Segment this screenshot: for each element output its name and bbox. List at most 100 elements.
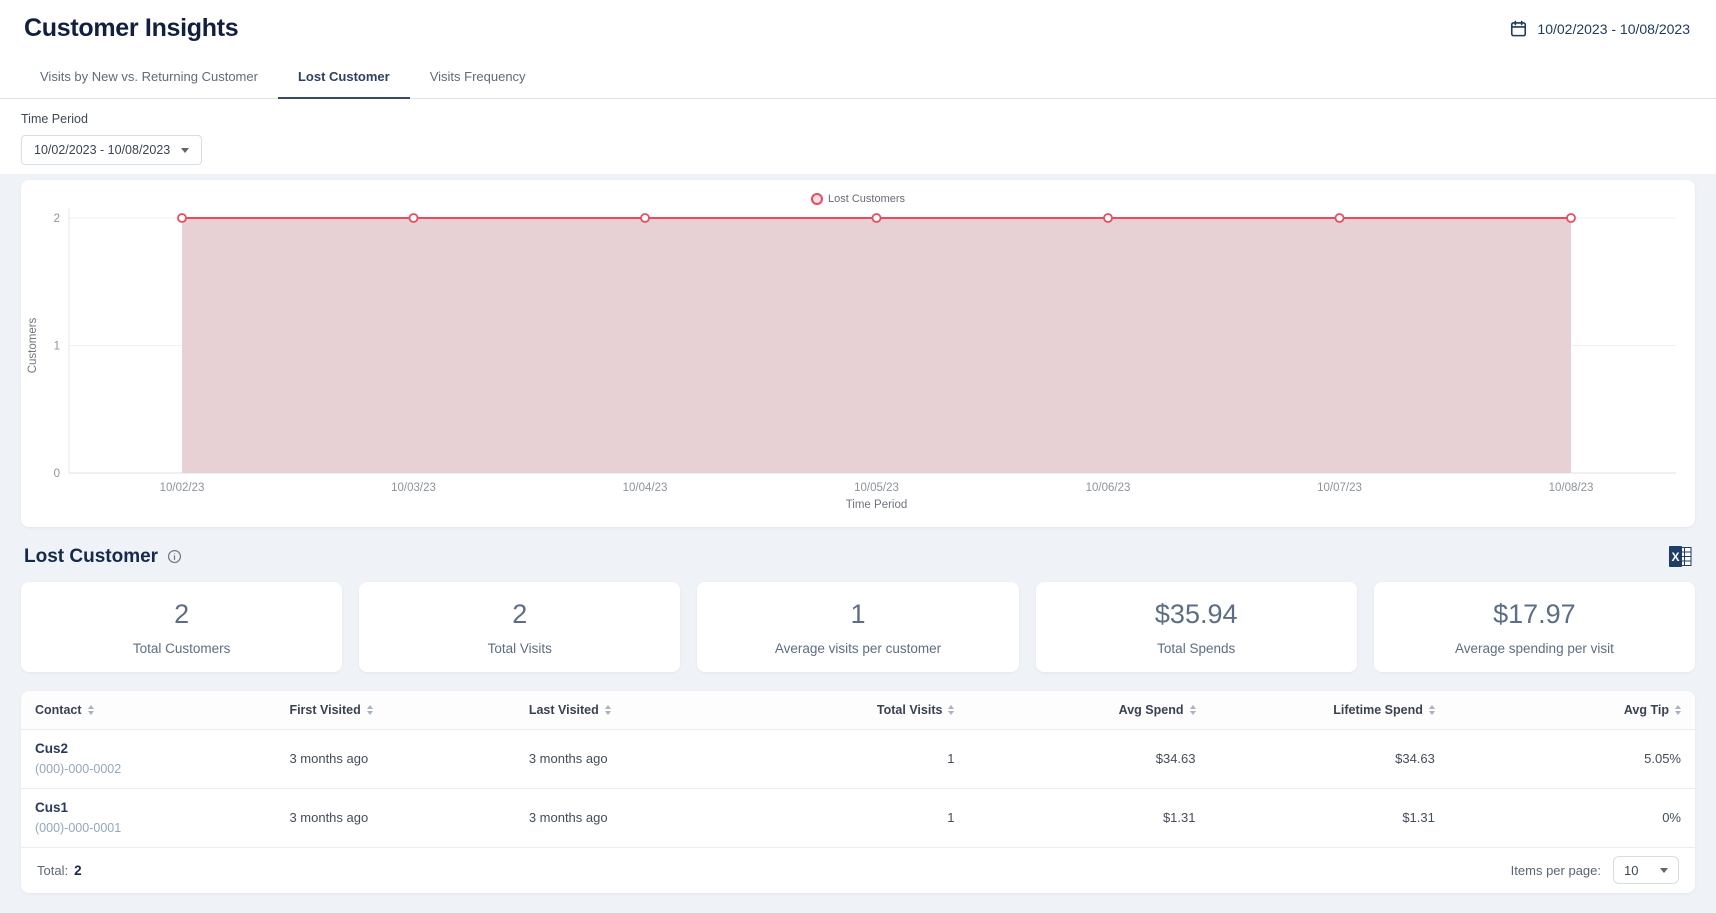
items-per-page-select[interactable]: 10 bbox=[1613, 856, 1679, 884]
lost-customers-chart: 0 1 2 10/02/23 10/03/23 10/04/23 10/05/23 10/06… bbox=[27, 208, 1676, 511]
section-title: Lost Customer bbox=[24, 545, 159, 567]
sort-icon[interactable] bbox=[1428, 704, 1435, 715]
stat-card: $17.97 Average spending per visit bbox=[1373, 582, 1696, 672]
stat-value: $35.94 bbox=[1154, 598, 1238, 629]
cell-last_visited: 3 months ago bbox=[514, 788, 792, 848]
column-header-first_visited[interactable]: First Visited bbox=[275, 691, 515, 730]
tab-bar: Visits by New vs. Returning Customer Lost… bbox=[0, 58, 1716, 99]
time-period-select[interactable]: 10/02/2023 - 10/08/2023 bbox=[21, 135, 202, 165]
column-header-label: Avg Spend bbox=[1118, 702, 1184, 717]
table-row: Cus2 (000)-000-0002 3 months ago 3 months a… bbox=[21, 729, 1695, 789]
column-header-avg_tip[interactable]: Avg Tip bbox=[1448, 691, 1695, 730]
chart-point[interactable] bbox=[871, 213, 882, 223]
header: Customer Insights 10/02/2023 - 10/08/202… bbox=[0, 0, 1716, 174]
cell-first_visited: 3 months ago bbox=[275, 788, 515, 848]
contact-name[interactable]: Cus2 bbox=[35, 741, 261, 756]
column-header-contact[interactable]: Contact bbox=[21, 691, 276, 730]
cell-lifetime_spend: $34.63 bbox=[1209, 729, 1449, 789]
sort-icon[interactable] bbox=[948, 704, 955, 715]
cell-contact: Cus1 (000)-000-0001 bbox=[21, 788, 276, 848]
column-header-label: Avg Tip bbox=[1623, 702, 1669, 717]
x-tick-label: 10/04/23 bbox=[623, 482, 668, 494]
chart-legend[interactable]: Lost Customers bbox=[810, 193, 906, 205]
contact-phone: (000)-000-0002 bbox=[35, 762, 122, 776]
stat-label: Total Customers bbox=[132, 640, 231, 656]
stat-label: Total Visits bbox=[487, 640, 552, 656]
tab-lost-customer[interactable]: Lost Customer bbox=[277, 58, 410, 99]
column-header-lifetime_spend[interactable]: Lifetime Spend bbox=[1209, 691, 1449, 730]
cell-lifetime_spend: $1.31 bbox=[1209, 788, 1449, 848]
contact-name[interactable]: Cus1 bbox=[35, 800, 261, 815]
time-period-select-value: 10/02/2023 - 10/08/2023 bbox=[34, 143, 171, 157]
header-date-range[interactable]: 10/02/2023 - 10/08/2023 bbox=[1509, 19, 1690, 38]
x-tick-label: 10/06/23 bbox=[1086, 482, 1131, 494]
table-row: Cus1 (000)-000-0001 3 months ago 3 months a… bbox=[21, 788, 1695, 848]
stat-card: 2 Total Customers bbox=[21, 582, 343, 672]
chart-point[interactable] bbox=[408, 213, 419, 223]
table-footer: Total: 2 Items per page: 10 bbox=[21, 848, 1695, 893]
chart-point[interactable] bbox=[1566, 213, 1576, 223]
chart-point[interactable] bbox=[1334, 213, 1345, 223]
y-axis-title: Customers bbox=[27, 317, 39, 373]
stat-card: 2 Total Visits bbox=[359, 582, 681, 672]
stat-label: Average spending per visit bbox=[1454, 640, 1614, 656]
x-tick-label: 10/05/23 bbox=[854, 482, 899, 494]
customers-table: Contact First Visited Last Visited Total Vi… bbox=[21, 691, 1695, 848]
stat-value: 2 bbox=[512, 598, 528, 629]
column-header-label: First Visited bbox=[289, 702, 361, 717]
x-tick-label: 10/07/23 bbox=[1317, 482, 1362, 494]
export-excel-button[interactable]: X bbox=[1669, 546, 1692, 567]
chart-panel: Lost Customers 0 1 2 10/02/23 10/03/23 10/04/… bbox=[21, 180, 1695, 527]
column-header-last_visited[interactable]: Last Visited bbox=[514, 691, 792, 730]
cell-last_visited: 3 months ago bbox=[514, 729, 792, 789]
y-tick-label: 0 bbox=[54, 468, 60, 480]
x-tick-label: 10/02/23 bbox=[160, 482, 205, 494]
stat-card: 1 Average visits per customer bbox=[697, 582, 1019, 672]
tab-visits-by-new-vs-returning-customer[interactable]: Visits by New vs. Returning Customer bbox=[20, 58, 278, 98]
y-tick-label: 1 bbox=[54, 341, 60, 353]
cell-avg_spend: $34.63 bbox=[968, 729, 1210, 789]
total-value: 2 bbox=[74, 862, 82, 878]
cell-first_visited: 3 months ago bbox=[275, 729, 515, 789]
stat-value: 1 bbox=[850, 598, 866, 629]
sort-icon[interactable] bbox=[1189, 704, 1196, 715]
cell-total_visits: 1 bbox=[791, 729, 969, 789]
table-panel: Contact First Visited Last Visited Total Vi… bbox=[21, 691, 1695, 893]
column-header-label: Total Visits bbox=[876, 702, 943, 717]
legend-label: Lost Customers bbox=[827, 193, 906, 205]
stat-value: $17.97 bbox=[1493, 598, 1576, 629]
tab-visits-frequency[interactable]: Visits Frequency bbox=[410, 58, 546, 98]
svg-text:X: X bbox=[1671, 550, 1679, 564]
stat-card: $35.94 Total Spends bbox=[1035, 582, 1357, 672]
column-header-avg_spend[interactable]: Avg Spend bbox=[968, 691, 1210, 730]
column-header-label: Last Visited bbox=[528, 702, 599, 717]
chart-point[interactable] bbox=[1103, 213, 1113, 223]
info-icon[interactable] bbox=[167, 549, 182, 564]
chart-area bbox=[182, 218, 1571, 473]
chevron-down-icon bbox=[181, 147, 189, 153]
cell-avg_tip: 0% bbox=[1448, 788, 1695, 848]
page-title: Customer Insights bbox=[24, 14, 239, 42]
legend-marker-icon bbox=[810, 193, 823, 205]
column-header-label: Contact bbox=[35, 702, 82, 717]
sort-icon[interactable] bbox=[366, 704, 373, 715]
stat-cards: 2 Total Customers 2 Total Visits 1 Average vi… bbox=[21, 582, 1696, 672]
contact-phone: (000)-000-0001 bbox=[35, 821, 122, 835]
stat-label: Total Spends bbox=[1157, 640, 1236, 656]
cell-contact: Cus2 (000)-000-0002 bbox=[21, 729, 276, 789]
sort-icon[interactable] bbox=[87, 704, 94, 715]
cell-avg_tip: 5.05% bbox=[1448, 729, 1695, 789]
chart-point[interactable] bbox=[640, 213, 650, 223]
cell-total_visits: 1 bbox=[791, 788, 969, 848]
time-period-label: Time Period bbox=[21, 112, 88, 126]
customer-insights-page: Customer Insights 10/02/2023 - 10/08/202… bbox=[0, 0, 1716, 913]
items-per-page-label: Items per page: bbox=[1510, 862, 1601, 878]
y-tick-label: 2 bbox=[54, 213, 60, 225]
x-tick-label: 10/03/23 bbox=[391, 482, 436, 494]
sort-icon[interactable] bbox=[1675, 704, 1681, 715]
column-header-total_visits[interactable]: Total Visits bbox=[791, 691, 969, 730]
chart-point[interactable] bbox=[177, 213, 187, 223]
total-label: Total: bbox=[37, 862, 69, 878]
x-axis-title: Time Period bbox=[846, 499, 908, 511]
sort-icon[interactable] bbox=[604, 704, 611, 715]
